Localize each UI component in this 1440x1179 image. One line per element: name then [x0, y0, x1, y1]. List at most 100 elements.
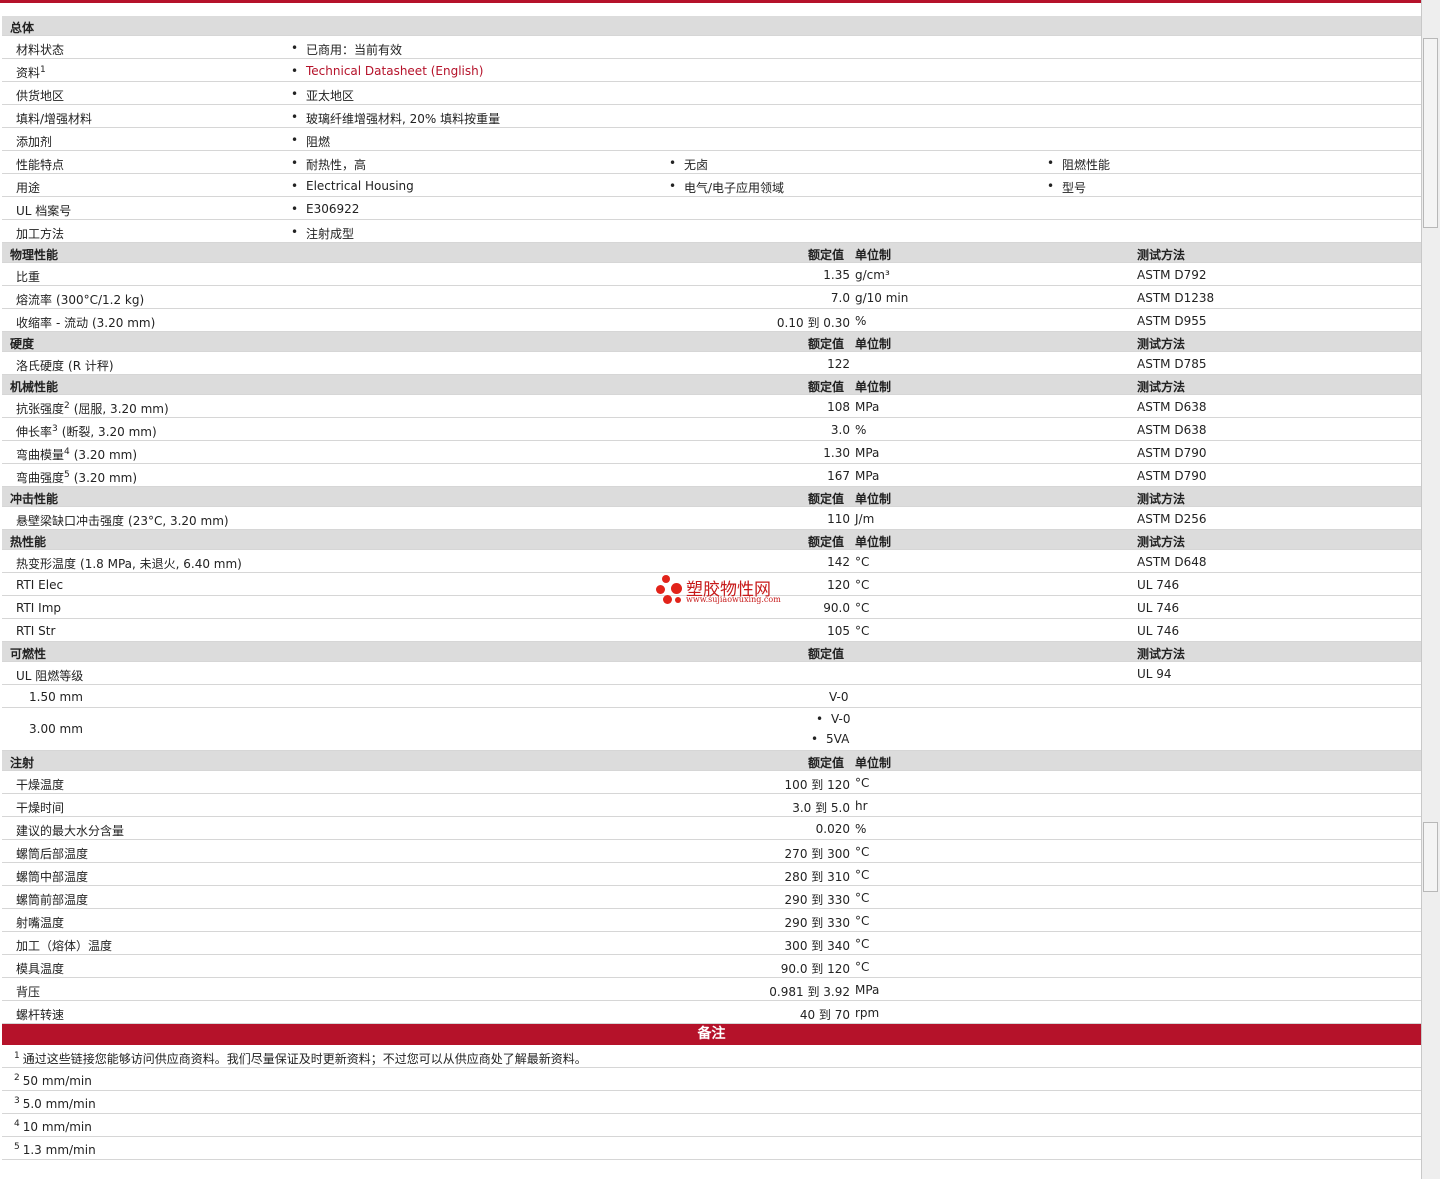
watermark-logo-dot: [671, 583, 682, 594]
note-content: 5.0 mm/min: [22, 1097, 96, 1111]
section-injection: 注射 额定值 单位制: [2, 751, 1421, 771]
label-text: 比重: [16, 270, 41, 284]
property-row: 抗张强度2 (屈服, 3.20 mm) 108 MPa ASTM D638: [2, 395, 1421, 418]
injection-row: 螺筒前部温度 290 到 330 °C: [2, 886, 1421, 909]
section-title: 物理性能: [10, 248, 59, 262]
general-value: Electrical Housing: [291, 179, 414, 193]
property-test-method: ASTM D1238: [1137, 291, 1215, 305]
top-accent-bar: [0, 0, 1421, 3]
label-text: 抗张强度: [16, 402, 65, 416]
row-label: 弯曲强度5 (3.20 mm): [16, 469, 137, 486]
property-unit: %: [855, 822, 867, 836]
label-text: 添加剂: [16, 135, 53, 149]
property-value: 142: [827, 555, 850, 569]
row-label: 螺杆转速: [16, 1008, 65, 1022]
header-unit: 单位制: [855, 535, 892, 549]
property-unit: °C: [855, 891, 870, 905]
injection-row: 建议的最大水分含量 0.020%: [2, 817, 1421, 840]
property-test-method: ASTM D638: [1137, 423, 1207, 437]
property-row: 悬壁梁缺口冲击强度 (23°C, 3.20 mm) 110 J/m ASTM D256: [2, 507, 1421, 530]
property-unit: hr: [855, 799, 868, 813]
property-unit: °C: [855, 555, 870, 569]
property-unit: °C: [855, 914, 870, 928]
header-test: 测试方法: [1137, 492, 1186, 506]
watermark-logo-dot: [656, 585, 665, 594]
label-condition: (3.20 mm): [73, 471, 138, 485]
property-unit: %: [855, 314, 867, 328]
general-row: 供货地区 亚太地区: [2, 82, 1421, 105]
section-header: 硬度 额定值 单位制 测试方法: [2, 332, 1421, 352]
header-unit: 单位制: [855, 337, 892, 351]
property-unit: °C: [855, 868, 870, 882]
header-value: 额定值: [808, 492, 845, 506]
header-value: 额定值: [808, 647, 845, 661]
datasheet-link[interactable]: Technical Datasheet (English): [306, 64, 483, 78]
row-label: 比重: [16, 268, 40, 285]
general-row: 资料1 Technical Datasheet (English): [2, 59, 1421, 82]
note-number: 3: [14, 1096, 20, 1106]
label-text: 性能特点: [16, 158, 65, 172]
section-title: 注射: [10, 756, 35, 770]
section-title: 可燃性: [10, 647, 47, 661]
row-label: RTI Str: [16, 624, 55, 638]
property-test-method: ASTM D792: [1137, 268, 1207, 282]
row-label: UL 档案号: [16, 202, 71, 219]
property-value: 0.10 到 0.30: [776, 316, 850, 330]
label-text: 弯曲强度: [16, 471, 65, 485]
property-value: 7.0: [830, 291, 850, 305]
footnote-ref[interactable]: 5: [64, 470, 70, 480]
flammability-rating: 5VA: [811, 732, 849, 746]
injection-row: 背压 0.981 到 3.92 MPa: [2, 978, 1421, 1001]
note-row: 4 10 mm/min: [2, 1114, 1421, 1137]
header-unit: 单位制: [855, 756, 892, 770]
label-condition: (300°C/1.2 kg): [56, 293, 145, 307]
row-label: 建议的最大水分含量: [16, 824, 125, 838]
footnote-ref[interactable]: 2: [64, 401, 70, 411]
flammability-subrow: 1.50 mm V-0: [2, 685, 1421, 708]
note-content: 1.3 mm/min: [22, 1143, 96, 1157]
flammability-subrow: 3.00 mm V-0 5VA: [2, 708, 1421, 751]
property-unit: °C: [855, 960, 870, 974]
property-value: 110: [827, 512, 850, 526]
label-text: RTI Imp: [16, 601, 61, 615]
scrollbar-thumb-lower[interactable]: [1423, 822, 1438, 892]
section-title: 热性能: [10, 535, 47, 549]
label-text: 资料: [16, 66, 41, 80]
row-label: 射嘴温度: [16, 916, 65, 930]
row-label: 收缩率 - 流动 (3.20 mm): [16, 314, 155, 331]
footnote-ref[interactable]: 3: [52, 424, 58, 434]
section-general: 总体: [2, 16, 1421, 36]
row-label: 加工方法: [16, 225, 64, 242]
label-text: 填料/增强材料: [16, 112, 93, 126]
property-unit: J/m: [855, 512, 875, 526]
row-label: 添加剂: [16, 133, 52, 150]
watermark-url: www.sujiaowuxing.com: [686, 595, 781, 604]
label-text: 熔流率: [16, 293, 53, 307]
label-condition: (3.20 mm): [73, 448, 138, 462]
property-row: RTI Str 105 °C UL 746: [2, 619, 1421, 642]
row-label: UL 阻燃等级: [16, 669, 84, 683]
vertical-scrollbar[interactable]: [1421, 0, 1440, 1179]
property-value: 90.0: [823, 601, 850, 615]
property-row: 比重 1.35 g/cm³ ASTM D792: [2, 263, 1421, 286]
label-text: UL 档案号: [16, 204, 72, 218]
footnote-ref[interactable]: 1: [40, 65, 46, 75]
flammability-rating: V-0: [816, 712, 851, 726]
general-value[interactable]: Technical Datasheet (English): [291, 64, 483, 78]
property-test-method: ASTM D790: [1137, 446, 1207, 460]
property-unit: rpm: [855, 1006, 880, 1020]
property-value: 108: [827, 400, 850, 414]
property-test-method: ASTM D638: [1137, 400, 1207, 414]
row-label: 洛氏硬度 (R 计秤): [16, 357, 114, 374]
label-text: 伸长率: [16, 425, 53, 439]
section-header: 机械性能 额定值 单位制 测试方法: [2, 375, 1421, 395]
section-header: 冲击性能 额定值 单位制 测试方法: [2, 487, 1421, 507]
watermark-logo-dot: [675, 597, 681, 603]
footnote-ref[interactable]: 4: [64, 447, 70, 457]
scrollbar-thumb[interactable]: [1423, 38, 1438, 228]
general-value: 注射成型: [291, 225, 354, 242]
header-value: 额定值: [808, 535, 845, 549]
row-label: 用途: [16, 179, 40, 196]
row-label: 干燥温度: [16, 778, 65, 792]
general-row: 填料/增强材料 玻璃纤维增强材料, 20% 填料按重量: [2, 105, 1421, 128]
